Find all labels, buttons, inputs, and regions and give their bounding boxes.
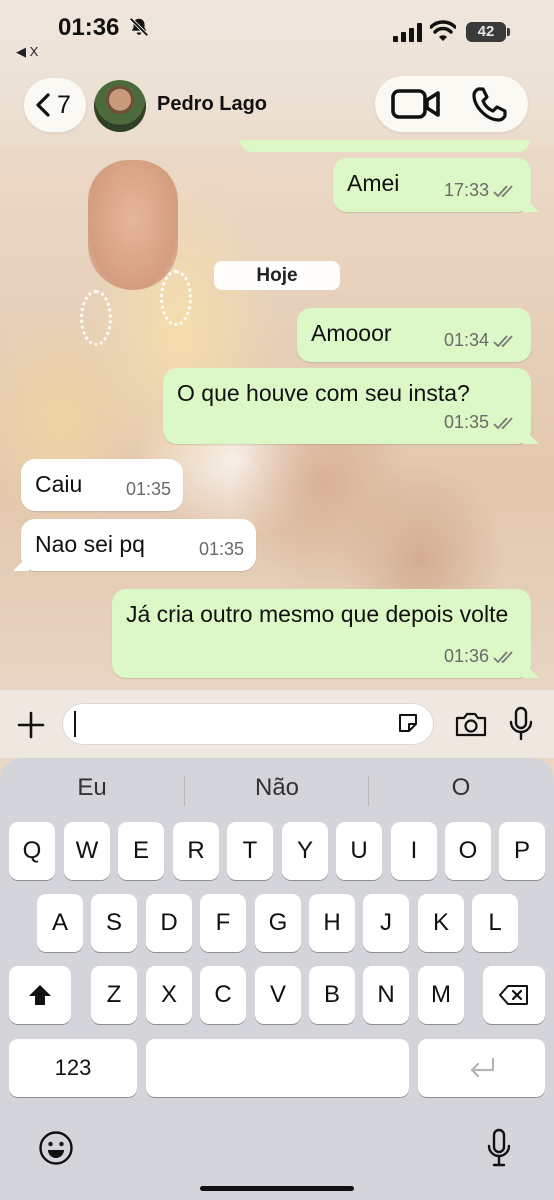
- message-meta: 01:35: [444, 407, 519, 438]
- wallpaper-photo-earring: [80, 290, 112, 346]
- key-i[interactable]: I: [391, 822, 437, 880]
- key-w[interactable]: W: [64, 822, 110, 880]
- back-button[interactable]: 7: [24, 78, 86, 132]
- message-text: Já cria outro mesmo que depois volte: [126, 601, 509, 627]
- key-v[interactable]: V: [255, 966, 301, 1024]
- message-bubble[interactable]: Amooor 01:34: [297, 308, 531, 362]
- unread-count: 7: [57, 91, 71, 119]
- plus-icon[interactable]: [16, 710, 46, 740]
- shift-key[interactable]: [9, 966, 71, 1024]
- shift-icon: [29, 985, 51, 1005]
- key-s[interactable]: S: [91, 894, 137, 952]
- message-time: 01:35: [198, 539, 244, 559]
- previous-message-bubble: [240, 140, 530, 152]
- key-e[interactable]: E: [118, 822, 164, 880]
- home-indicator[interactable]: [200, 1186, 354, 1191]
- key-l[interactable]: L: [472, 894, 518, 952]
- message-meta: 01:35: [199, 534, 244, 565]
- message-time: 01:34: [443, 330, 489, 350]
- key-t[interactable]: T: [227, 822, 273, 880]
- key-u[interactable]: U: [336, 822, 382, 880]
- message-bubble[interactable]: O que houve com seu insta? 01:35: [163, 368, 531, 444]
- contact-avatar[interactable]: [94, 80, 146, 132]
- key-a[interactable]: A: [37, 894, 83, 952]
- chat-header: 7 Pedro Lago: [0, 70, 554, 146]
- read-ticks-icon: [493, 416, 513, 429]
- date-separator: Hoje: [214, 261, 340, 290]
- key-j[interactable]: J: [363, 894, 409, 952]
- contact-name[interactable]: Pedro Lago: [157, 93, 267, 116]
- status-bar: 01:36 ◀ X 42: [0, 0, 554, 70]
- message-time: 01:35: [443, 412, 489, 432]
- message-time: 01:36: [443, 646, 489, 666]
- key-k[interactable]: K: [418, 894, 464, 952]
- wallpaper-photo-earring: [160, 270, 192, 326]
- read-ticks-icon: [493, 334, 513, 347]
- message-time: 01:35: [125, 479, 171, 499]
- back-to-app-link[interactable]: ◀ X: [16, 44, 38, 60]
- suggestion-bar: Eu Não O: [0, 764, 554, 814]
- read-ticks-icon: [493, 184, 513, 197]
- message-text: Caiu: [35, 471, 83, 497]
- message-text: Amei: [347, 170, 400, 196]
- key-b[interactable]: B: [309, 966, 355, 1024]
- text-caret: [74, 711, 76, 737]
- sticker-icon[interactable]: [396, 711, 420, 735]
- key-y[interactable]: Y: [282, 822, 328, 880]
- status-time: 01:36: [58, 14, 120, 41]
- suggestion-item[interactable]: Eu: [0, 774, 184, 802]
- key-h[interactable]: H: [309, 894, 355, 952]
- key-d[interactable]: D: [146, 894, 192, 952]
- camera-icon[interactable]: [454, 710, 488, 738]
- key-q[interactable]: Q: [9, 822, 55, 880]
- message-text: Nao sei pq: [35, 531, 145, 557]
- microphone-icon[interactable]: [508, 706, 534, 742]
- phone-icon[interactable]: [469, 85, 509, 125]
- key-z[interactable]: Z: [91, 966, 137, 1024]
- key-g[interactable]: G: [255, 894, 301, 952]
- suggestion-item[interactable]: Não: [185, 774, 369, 802]
- signal-icon: [393, 23, 422, 42]
- space-key[interactable]: [146, 1039, 409, 1097]
- dictation-icon[interactable]: [486, 1128, 512, 1168]
- chevron-left-icon: [36, 93, 50, 117]
- key-n[interactable]: N: [363, 966, 409, 1024]
- message-bubble[interactable]: Já cria outro mesmo que depois volte 01:…: [112, 589, 531, 678]
- emoji-icon[interactable]: [38, 1130, 74, 1166]
- key-o[interactable]: O: [445, 822, 491, 880]
- return-icon: [470, 1057, 494, 1078]
- backspace-key[interactable]: [483, 966, 545, 1024]
- message-text: O que houve com seu insta?: [177, 380, 470, 406]
- key-r[interactable]: R: [173, 822, 219, 880]
- read-ticks-icon: [493, 650, 513, 663]
- message-bubble[interactable]: Nao sei pq 01:35: [21, 519, 256, 571]
- wallpaper-photo-face: [88, 160, 178, 290]
- message-bubble[interactable]: Caiu 01:35: [21, 459, 183, 511]
- message-text: Amooor: [311, 320, 392, 346]
- message-meta: 01:35: [126, 474, 171, 505]
- numbers-key[interactable]: 123: [9, 1039, 137, 1097]
- composer-bar: [0, 690, 554, 758]
- message-bubble[interactable]: Amei 17:33: [333, 158, 531, 212]
- key-f[interactable]: F: [200, 894, 246, 952]
- backspace-icon: [499, 985, 528, 1005]
- call-actions: [375, 76, 528, 132]
- video-call-icon[interactable]: [391, 86, 441, 122]
- message-time: 17:33: [443, 180, 489, 200]
- bell-off-icon: [129, 17, 149, 37]
- message-meta: 01:34: [444, 325, 519, 356]
- key-p[interactable]: P: [499, 822, 545, 880]
- key-m[interactable]: M: [418, 966, 464, 1024]
- key-x[interactable]: X: [146, 966, 192, 1024]
- message-meta: 01:36: [444, 641, 519, 672]
- keyboard: Eu Não O Q W E R T Y U I O P A S D F G H…: [0, 758, 554, 1200]
- wifi-icon: [430, 20, 456, 41]
- suggestion-item[interactable]: O: [369, 774, 553, 802]
- key-c[interactable]: C: [200, 966, 246, 1024]
- return-key[interactable]: [418, 1039, 545, 1097]
- battery-icon: 42: [466, 22, 510, 42]
- message-meta: 17:33: [444, 175, 519, 206]
- message-input[interactable]: [62, 703, 434, 745]
